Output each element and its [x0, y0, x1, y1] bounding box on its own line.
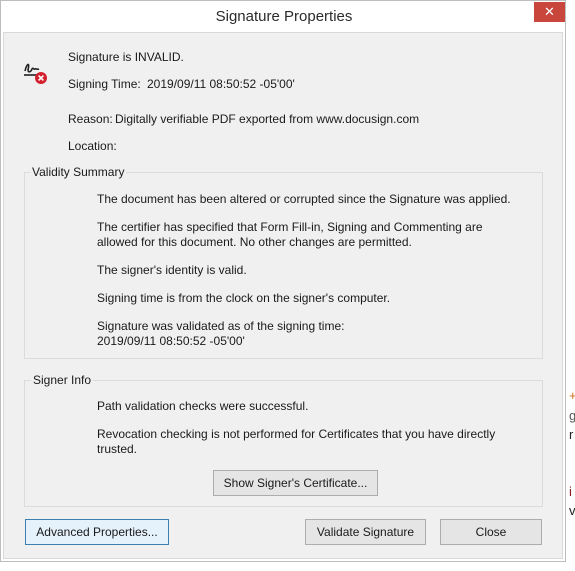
signer-info-item: Revocation checking is not performed for…: [97, 427, 496, 441]
background-text: r: [569, 427, 574, 442]
validity-item: 2019/09/11 08:50:52 -05'00': [97, 334, 245, 348]
validity-item: Signature was validated as of the signin…: [97, 319, 345, 333]
validity-item: allowed for this document. No other chan…: [97, 235, 412, 249]
close-window-button[interactable]: ✕: [534, 2, 565, 22]
location-label: Location:: [68, 139, 117, 153]
dialog-title: Signature Properties: [215, 8, 353, 25]
reason-value: Digitally verifiable PDF exported from w…: [115, 112, 420, 126]
background-text: v: [569, 503, 575, 518]
background-text: g: [569, 408, 575, 423]
signer-info-title: Signer Info: [31, 373, 94, 387]
close-button[interactable]: Close: [440, 519, 542, 545]
advanced-properties-button[interactable]: Advanced Properties...: [25, 519, 169, 545]
signing-time-value: 2019/09/11 08:50:52 -05'00': [147, 77, 295, 91]
signature-properties-dialog: Signature Properties ✕ Signature is INVA…: [0, 0, 566, 562]
reason-label: Reason:: [68, 112, 113, 126]
validity-item: The document has been altered or corrupt…: [97, 192, 511, 206]
signature-status: Signature is INVALID.: [68, 50, 184, 64]
validity-item: Signing time is from the clock on the si…: [97, 291, 391, 305]
signature-invalid-icon: [24, 63, 47, 84]
validity-item: The signer's identity is valid.: [97, 263, 247, 277]
validity-summary-title: Validity Summary: [30, 165, 127, 179]
validate-signature-button[interactable]: Validate Signature: [305, 519, 426, 545]
background-text: +: [569, 388, 575, 403]
signing-time-label: Signing Time:: [68, 77, 141, 91]
signer-info-item: Path validation checks were successful.: [97, 399, 309, 413]
validity-item: The certifier has specified that Form Fi…: [97, 220, 483, 234]
show-signers-certificate-button[interactable]: Show Signer's Certificate...: [213, 470, 378, 496]
background-text: i: [569, 484, 572, 499]
close-icon: ✕: [544, 4, 555, 19]
signer-info-item: trusted.: [97, 442, 138, 456]
